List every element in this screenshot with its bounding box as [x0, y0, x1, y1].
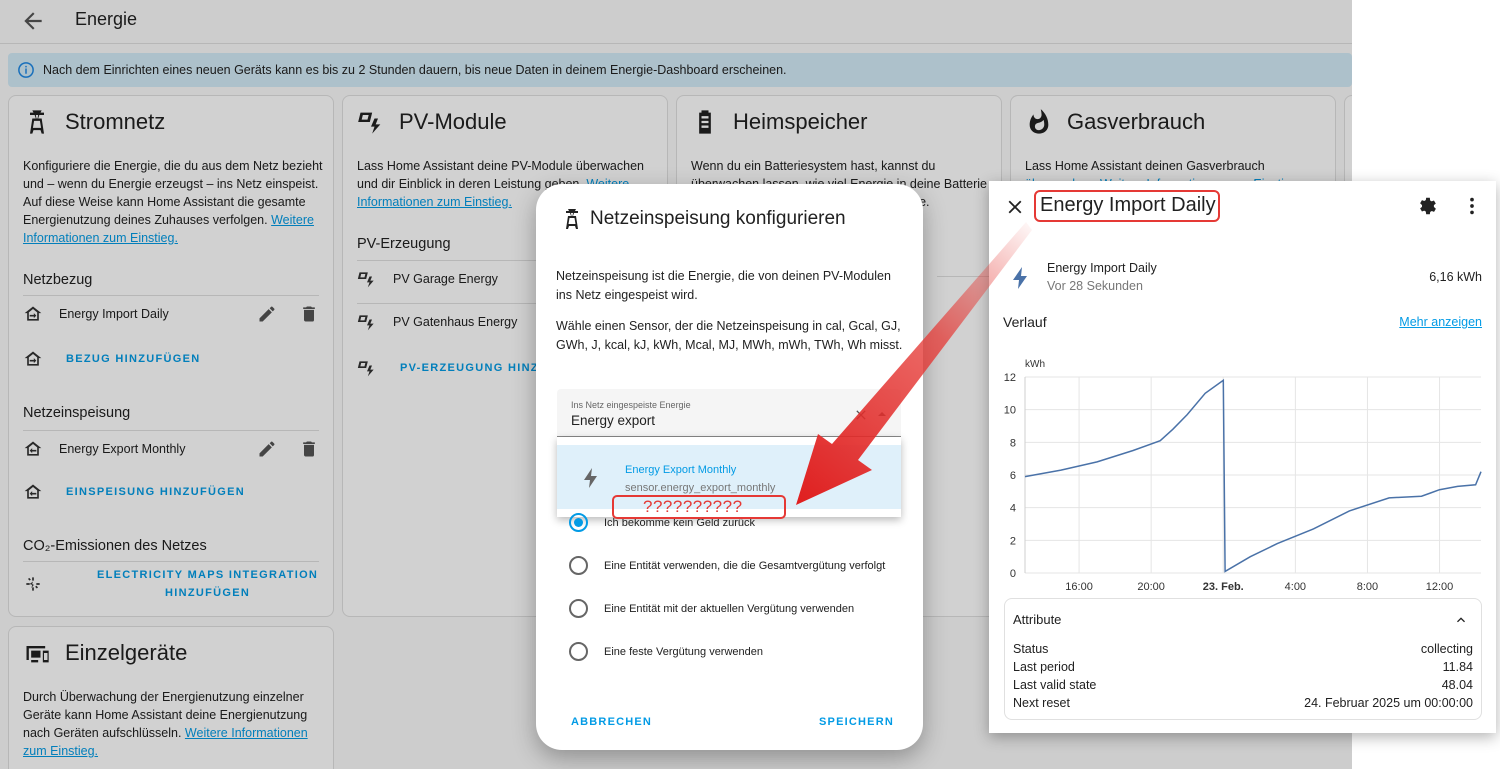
attribute-row: Last period 11.84: [1013, 660, 1473, 674]
attributes-section: Attribute Status collecting Last period 11…: [1004, 598, 1482, 720]
y-tick-label: 10: [1004, 405, 1016, 417]
history-title: Verlauf: [1003, 314, 1047, 330]
annotation-question-marks: ??????????: [643, 497, 743, 516]
suggestion-name: Energy Export Monthly: [625, 464, 737, 476]
grid-export-dialog: Netzeinspeisung konfigurieren Netzeinspe…: [536, 184, 923, 750]
dialog-sensor-hint: Wähle einen Sensor, der die Netzeinspeis…: [556, 319, 903, 352]
attribute-row: Status collecting: [1013, 642, 1473, 656]
state-entity-name: Energy Import Daily: [1047, 261, 1157, 275]
flash-icon: [1013, 267, 1027, 289]
x-tick-label: 23. Feb.: [1203, 581, 1244, 591]
export-energy-entity-picker[interactable]: Ins Netz eingespeiste Energie Energy exp…: [557, 389, 901, 437]
more-vert-icon[interactable]: [1461, 195, 1483, 217]
annotation-highlight-title: [1034, 190, 1220, 222]
radio-unchecked[interactable]: [569, 599, 588, 618]
transmission-tower-icon: [566, 209, 578, 229]
y-axis-label: kWh: [1025, 359, 1045, 370]
history-show-more-link[interactable]: Mehr anzeigen: [1399, 315, 1482, 329]
history-chart: 0 2 4 6 8 10 12 16:00 20:00 23. Feb. 4:00 8:00 12:00…: [1004, 359, 1482, 591]
compensation-option-fixed-price[interactable]: Eine feste Vergütung verwenden: [569, 642, 763, 661]
x-tick-label: 8:00: [1357, 581, 1378, 591]
chevron-up-icon[interactable]: [877, 409, 887, 419]
gear-icon[interactable]: [1417, 195, 1439, 217]
x-tick-label: 12:00: [1426, 581, 1454, 591]
state-value: 6,16 kWh: [1429, 270, 1482, 284]
chevron-up-icon[interactable]: [1453, 612, 1469, 628]
save-button[interactable]: SPEICHERN: [819, 716, 894, 728]
x-tick-label: 16:00: [1065, 581, 1093, 591]
more-info-panel: Energy Import Daily Energy Import Daily …: [989, 181, 1496, 733]
state-last-changed: Vor 28 Sekunden: [1047, 279, 1143, 293]
y-tick-label: 8: [1010, 437, 1016, 449]
attribute-row: Next reset 24. Februar 2025 um 00:00:00: [1013, 696, 1473, 710]
dialog-title: Netzeinspeisung konfigurieren: [590, 208, 846, 229]
y-tick-label: 0: [1010, 568, 1016, 580]
radio-unchecked[interactable]: [569, 642, 588, 661]
attribute-row: Last valid state 48.04: [1013, 678, 1473, 692]
y-tick-label: 4: [1010, 503, 1016, 515]
radio-unchecked[interactable]: [569, 556, 588, 575]
entity-picker-value[interactable]: Energy export: [571, 413, 655, 428]
series-line: [1024, 378, 1482, 573]
cancel-button[interactable]: ABBRECHEN: [571, 716, 652, 728]
entity-picker-label: Ins Netz eingespeiste Energie: [571, 400, 691, 410]
flash-icon: [584, 468, 597, 488]
y-tick-label: 6: [1010, 470, 1016, 482]
compensation-option-current-price-entity[interactable]: Eine Entität mit der aktuellen Vergütung…: [569, 599, 854, 618]
x-tick-label: 20:00: [1137, 581, 1165, 591]
attributes-title[interactable]: Attribute: [1013, 612, 1061, 627]
dialog-description: Netzeinspeisung ist die Energie, die von…: [556, 269, 891, 302]
y-tick-label: 12: [1004, 372, 1016, 384]
x-tick-label: 4:00: [1285, 581, 1306, 591]
clear-icon[interactable]: [853, 407, 869, 423]
y-tick-label: 2: [1010, 535, 1016, 547]
radio-checked[interactable]: [569, 513, 588, 532]
suggestion-entity-id: sensor.energy_export_monthly: [625, 482, 776, 494]
close-icon[interactable]: [1004, 196, 1026, 218]
compensation-option-total-entity[interactable]: Eine Entität verwenden, die die Gesamtve…: [569, 556, 885, 575]
